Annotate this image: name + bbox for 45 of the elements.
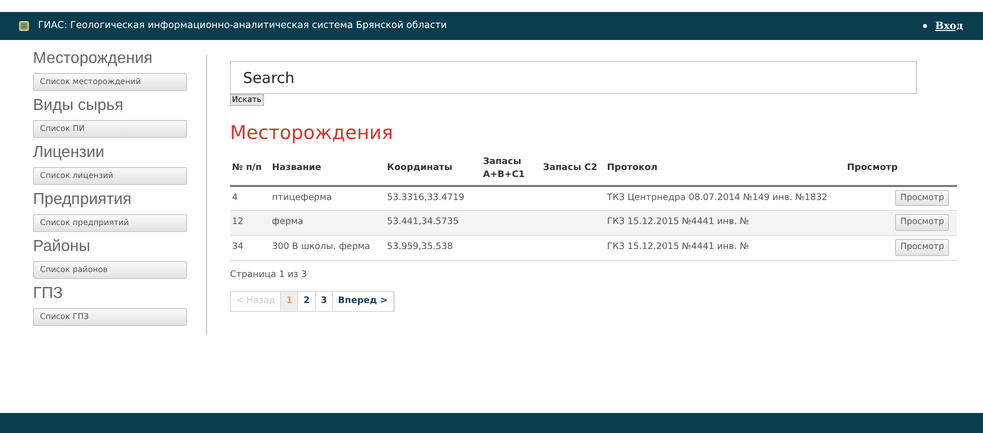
view-button[interactable]: Просмотр <box>895 239 949 256</box>
table-cell: 53.959,35.538 <box>387 242 453 252</box>
sidebar-button[interactable]: Список лицензий <box>33 167 187 185</box>
table-cell: 4 <box>232 192 238 202</box>
table-cell: 12 <box>232 217 244 227</box>
sidebar-button[interactable]: Список ГПЗ <box>33 308 187 326</box>
table-cell: ГКЗ 15.12.2015 №4441 инв. № <box>607 242 750 252</box>
sidebar-button[interactable]: Список месторождений <box>33 73 187 91</box>
table-cell: 53.441,34.5735 <box>387 217 459 227</box>
view-button[interactable]: Просмотр <box>895 214 949 231</box>
table-cell: ГКЗ 15.12.2015 №4441 инв. № <box>607 217 750 227</box>
sidebar-button[interactable]: Список предприятий <box>33 214 187 232</box>
page-link[interactable]: 3 <box>316 292 334 311</box>
column-header: Протокол <box>607 156 847 186</box>
section-heading: Предприятия <box>33 190 132 210</box>
table-cell: ферма <box>272 217 304 227</box>
page-title: Месторождения <box>230 121 394 146</box>
table-cell: 300 В школы, ферма <box>272 242 370 252</box>
sidebar-button[interactable]: Список ПИ <box>33 120 187 138</box>
column-header: Название <box>272 156 387 186</box>
table-cell: 53.3316,33.4719 <box>387 192 464 202</box>
login-link[interactable]: Вход <box>935 18 963 34</box>
column-header: № п/п <box>230 156 272 186</box>
sidebar-button[interactable]: Список районов <box>33 261 187 279</box>
app-logo-icon <box>18 20 30 32</box>
table-cell: 34 <box>232 242 244 252</box>
section-heading: ГПЗ <box>33 284 64 304</box>
page-link[interactable]: 2 <box>298 292 316 311</box>
page-summary: Страница 1 из 3 <box>230 269 308 282</box>
section-heading: Лицензии <box>33 143 106 163</box>
section-heading: Месторождения <box>33 49 154 69</box>
column-header: Координаты <box>387 156 483 186</box>
view-button[interactable]: Просмотр <box>895 190 949 206</box>
table-cell: птицеферма <box>272 192 332 202</box>
section-heading: Виды сырья <box>33 96 124 116</box>
bullet-icon <box>923 24 928 28</box>
search-button[interactable]: Искать <box>230 94 264 106</box>
column-header: Просмотр <box>847 156 957 186</box>
search-field[interactable]: Search <box>230 61 917 94</box>
table-cell: ТКЗ Центрнедра 08.07.2014 №149 инв. №1832 <box>607 192 828 202</box>
page-link[interactable]: Вперед > <box>333 292 394 311</box>
column-header: Запасы A+B+C1 <box>483 156 543 186</box>
section-heading: Районы <box>33 237 92 257</box>
site-title: ГИАС: Геологическая информационно-аналитическая система Брянской области <box>38 18 447 33</box>
column-header: Запасы C2 <box>543 156 607 186</box>
